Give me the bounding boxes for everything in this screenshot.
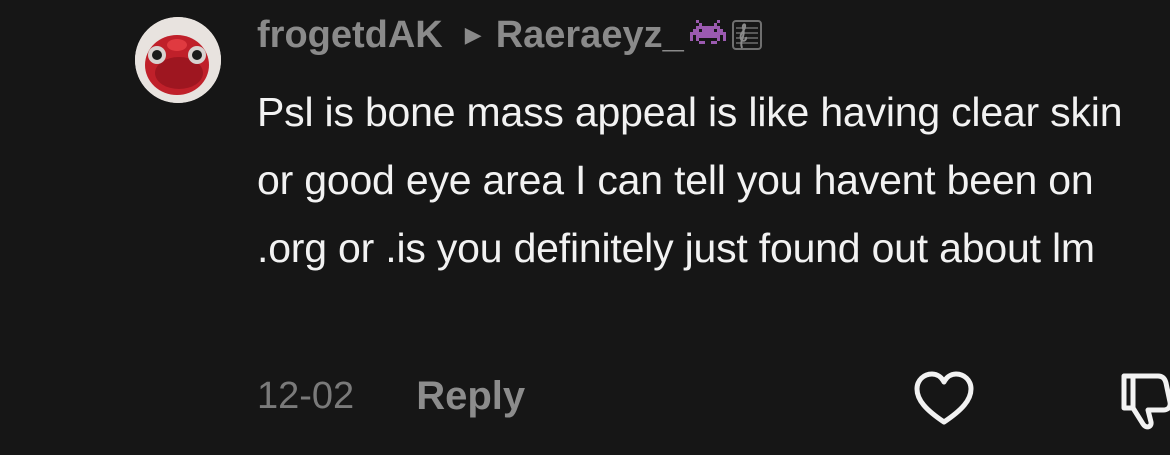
- avatar[interactable]: [135, 17, 221, 103]
- reply-button[interactable]: Reply: [416, 374, 525, 419]
- music-score-icon: [731, 20, 762, 50]
- reply-to-username[interactable]: Raeraeyz_: [496, 14, 684, 57]
- reply-arrow-icon: ▶: [464, 22, 482, 47]
- comment-item: frogetdAK ▶ Raeraeyz_ Psl is bone mass a…: [0, 0, 1170, 455]
- dislike-button[interactable]: [1118, 368, 1170, 430]
- comment-footer: 12-02 Reply: [257, 370, 525, 422]
- comment-date: 12-02: [257, 374, 355, 417]
- like-button[interactable]: [912, 370, 976, 428]
- author-username[interactable]: frogetdAK: [257, 14, 443, 57]
- avatar-frog-image: [135, 17, 221, 103]
- space-invader-icon: [689, 20, 726, 44]
- comment-header: frogetdAK ▶ Raeraeyz_: [257, 10, 764, 60]
- comment-text: Psl is bone mass appeal is like having c…: [257, 89, 1123, 271]
- thumbs-down-outline-icon: [1121, 373, 1170, 430]
- username-emojis: [689, 18, 764, 52]
- heart-outline-icon: [914, 371, 974, 425]
